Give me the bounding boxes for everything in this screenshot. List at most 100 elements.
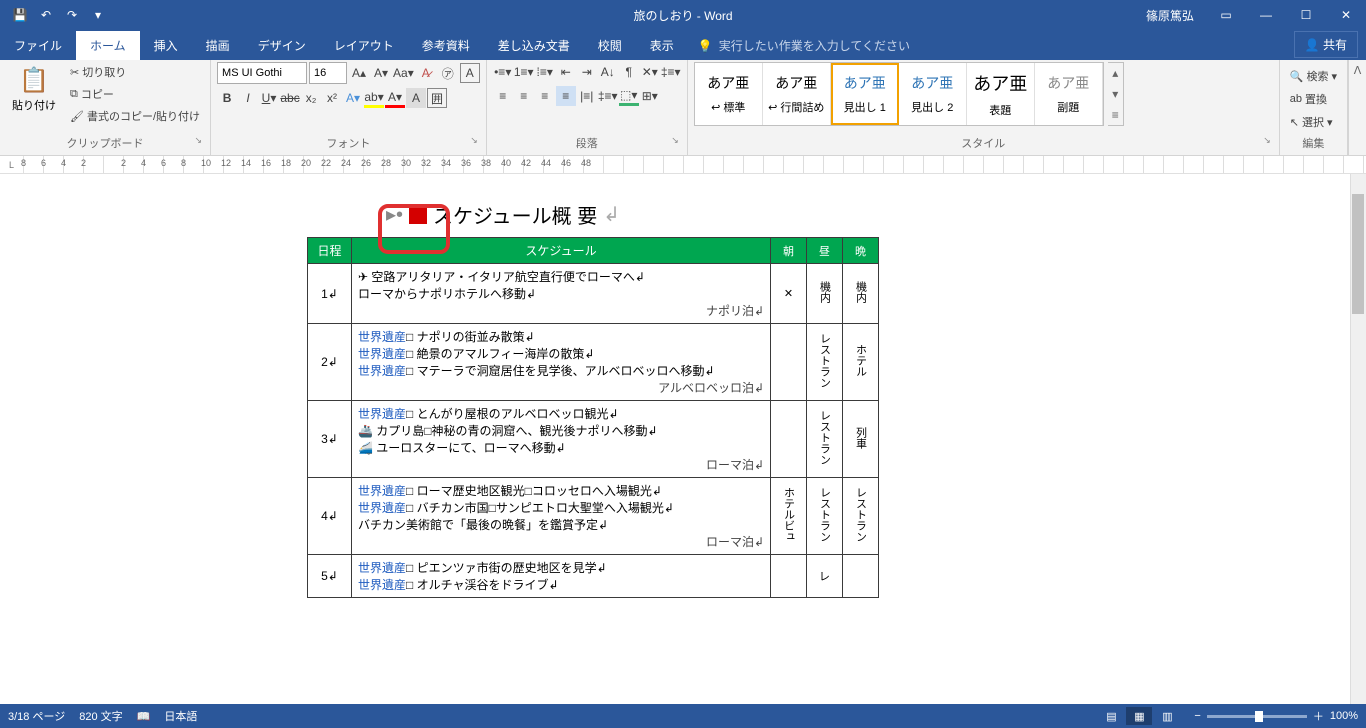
- italic-button[interactable]: I: [238, 88, 258, 108]
- numbering-button[interactable]: 1≡▾: [514, 62, 534, 82]
- launcher-icon[interactable]: ↘: [1263, 135, 1271, 146]
- phonetic-guide-button[interactable]: ㋐: [438, 63, 458, 83]
- underline-button[interactable]: U▾: [259, 88, 279, 108]
- maximize-button[interactable]: ☐: [1286, 0, 1326, 30]
- spell-check-icon[interactable]: 📖: [137, 710, 151, 723]
- find-button[interactable]: 🔍検索 ▾: [1286, 66, 1341, 86]
- tab-mailings[interactable]: 差し込み文書: [484, 31, 584, 60]
- shading-button[interactable]: ⬚▾: [619, 86, 639, 106]
- font-size-input[interactable]: [309, 62, 347, 84]
- zoom-percent[interactable]: 100%: [1330, 710, 1358, 722]
- save-button[interactable]: 💾: [8, 3, 32, 27]
- word-count[interactable]: 820 文字: [79, 708, 122, 724]
- launcher-icon[interactable]: ↘: [470, 135, 478, 146]
- style-no-spacing[interactable]: あア亜↩ 行間詰め: [763, 63, 831, 125]
- group-styles: あア亜↩ 標準 あア亜↩ 行間詰め あア亜見出し 1 あア亜見出し 2 あア亜表…: [688, 60, 1280, 155]
- tab-file[interactable]: ファイル: [0, 31, 76, 60]
- multilevel-button[interactable]: ⁞≡▾: [535, 62, 555, 82]
- sort-button[interactable]: A↓: [598, 62, 618, 82]
- char-shading-button[interactable]: A: [406, 88, 426, 108]
- close-button[interactable]: ✕: [1326, 0, 1366, 30]
- superscript-button[interactable]: x²: [322, 88, 342, 108]
- zoom-slider[interactable]: [1207, 715, 1307, 718]
- vertical-scrollbar[interactable]: [1350, 174, 1366, 710]
- tab-insert[interactable]: 挿入: [140, 31, 192, 60]
- style-heading2[interactable]: あア亜見出し 2: [899, 63, 967, 125]
- redo-button[interactable]: ↷: [60, 3, 84, 27]
- align-center-button[interactable]: ≡: [514, 86, 534, 106]
- line-spacing-button[interactable]: ‡≡▾: [661, 62, 681, 82]
- clear-format-button[interactable]: A̷: [416, 63, 436, 83]
- borders-button[interactable]: ⊞▾: [640, 86, 660, 106]
- show-marks-button[interactable]: ¶: [619, 62, 639, 82]
- decrease-indent-button[interactable]: ⇤: [556, 62, 576, 82]
- align-left-button[interactable]: ≡: [493, 86, 513, 106]
- tab-design[interactable]: デザイン: [244, 31, 320, 60]
- group-clipboard: 📋 貼り付け ✂切り取り ⧉コピー 🖌書式のコピー/貼り付け クリップボード↘: [0, 60, 211, 155]
- page-indicator[interactable]: 3/18 ページ: [8, 708, 65, 724]
- style-gallery-more[interactable]: ▴▾≡: [1108, 62, 1124, 126]
- char-border-button[interactable]: 囲: [427, 88, 447, 108]
- tab-review[interactable]: 校閲: [584, 31, 636, 60]
- subscript-button[interactable]: x₂: [301, 88, 321, 108]
- tab-home[interactable]: ホーム: [76, 31, 140, 60]
- grow-font-button[interactable]: A▴: [349, 63, 369, 83]
- tab-references[interactable]: 参考資料: [408, 31, 484, 60]
- read-mode-button[interactable]: ▤: [1098, 707, 1124, 725]
- zoom-in-button[interactable]: ＋: [1313, 708, 1324, 724]
- bullets-button[interactable]: •≡▾: [493, 62, 513, 82]
- align-right-button[interactable]: ≡: [535, 86, 555, 106]
- change-case-button[interactable]: Aa▾: [393, 63, 414, 83]
- font-color-button[interactable]: A▾: [385, 88, 405, 108]
- collapse-ribbon-button[interactable]: ᐱ: [1348, 60, 1366, 155]
- highlight-button[interactable]: ab▾: [364, 88, 384, 108]
- shrink-font-button[interactable]: A▾: [371, 63, 391, 83]
- style-normal[interactable]: あア亜↩ 標準: [695, 63, 763, 125]
- tab-layout[interactable]: レイアウト: [320, 31, 408, 60]
- asian-layout-button[interactable]: ✕▾: [640, 62, 660, 82]
- font-name-input[interactable]: [217, 62, 307, 84]
- status-bar: 3/18 ページ 820 文字 📖 日本語 ▤ ▦ ▥ − ＋ 100%: [0, 704, 1366, 728]
- undo-button[interactable]: ↶: [34, 3, 58, 27]
- enclose-char-button[interactable]: A: [460, 63, 480, 83]
- tell-me-input[interactable]: 💡実行したい作業を入力してください: [688, 31, 920, 60]
- tab-view[interactable]: 表示: [636, 31, 688, 60]
- line-spacing2-button[interactable]: ‡≡▾: [598, 86, 618, 106]
- meal-cell: 機内: [807, 264, 843, 324]
- style-heading1[interactable]: あア亜見出し 1: [831, 63, 899, 125]
- share-button[interactable]: 👤 共有: [1294, 31, 1358, 58]
- bold-button[interactable]: B: [217, 88, 237, 108]
- meal-cell: レストラン: [843, 478, 879, 555]
- style-subtitle[interactable]: あア亜副題: [1035, 63, 1103, 125]
- meal-cell: レストラン: [807, 401, 843, 478]
- text-effects-button[interactable]: A▾: [343, 88, 363, 108]
- scissors-icon: ✂: [70, 66, 79, 79]
- increase-indent-button[interactable]: ⇥: [577, 62, 597, 82]
- language-indicator[interactable]: 日本語: [164, 708, 197, 724]
- qat-customize[interactable]: ▾: [86, 3, 110, 27]
- format-painter-button[interactable]: 🖌書式のコピー/貼り付け: [66, 106, 204, 126]
- user-name[interactable]: 篠原篤弘: [1134, 7, 1206, 24]
- strike-button[interactable]: abc: [280, 88, 300, 108]
- justify-button[interactable]: ≡: [556, 86, 576, 106]
- paste-button[interactable]: 📋 貼り付け: [6, 62, 62, 117]
- web-layout-button[interactable]: ▥: [1154, 707, 1180, 725]
- tab-draw[interactable]: 描画: [192, 31, 244, 60]
- meal-cell: レストラン: [807, 478, 843, 555]
- copy-button[interactable]: ⧉コピー: [66, 84, 204, 104]
- scroll-thumb[interactable]: [1352, 194, 1364, 314]
- replace-button[interactable]: ab置換: [1286, 89, 1341, 109]
- launcher-icon[interactable]: ↘: [671, 135, 679, 146]
- select-button[interactable]: ↖選択 ▾: [1286, 112, 1341, 132]
- print-layout-button[interactable]: ▦: [1126, 707, 1152, 725]
- cut-button[interactable]: ✂切り取り: [66, 62, 204, 82]
- style-title[interactable]: あア亜表題: [967, 63, 1035, 125]
- horizontal-ruler[interactable]: 8642246810121416182022242628303234363840…: [24, 156, 1366, 173]
- minimize-button[interactable]: —: [1246, 0, 1286, 30]
- document-canvas[interactable]: ▸• スケジュール概 要↲ 日程 スケジュール 朝 昼 晩 1↲✈ 空路アリタリ…: [0, 174, 1366, 710]
- launcher-icon[interactable]: ↘: [194, 135, 202, 146]
- zoom-out-button[interactable]: −: [1194, 710, 1200, 722]
- style-gallery[interactable]: あア亜↩ 標準 あア亜↩ 行間詰め あア亜見出し 1 あア亜見出し 2 あア亜表…: [694, 62, 1104, 126]
- distribute-button[interactable]: |≡|: [577, 86, 597, 106]
- ribbon-options-icon[interactable]: ▭: [1206, 0, 1246, 30]
